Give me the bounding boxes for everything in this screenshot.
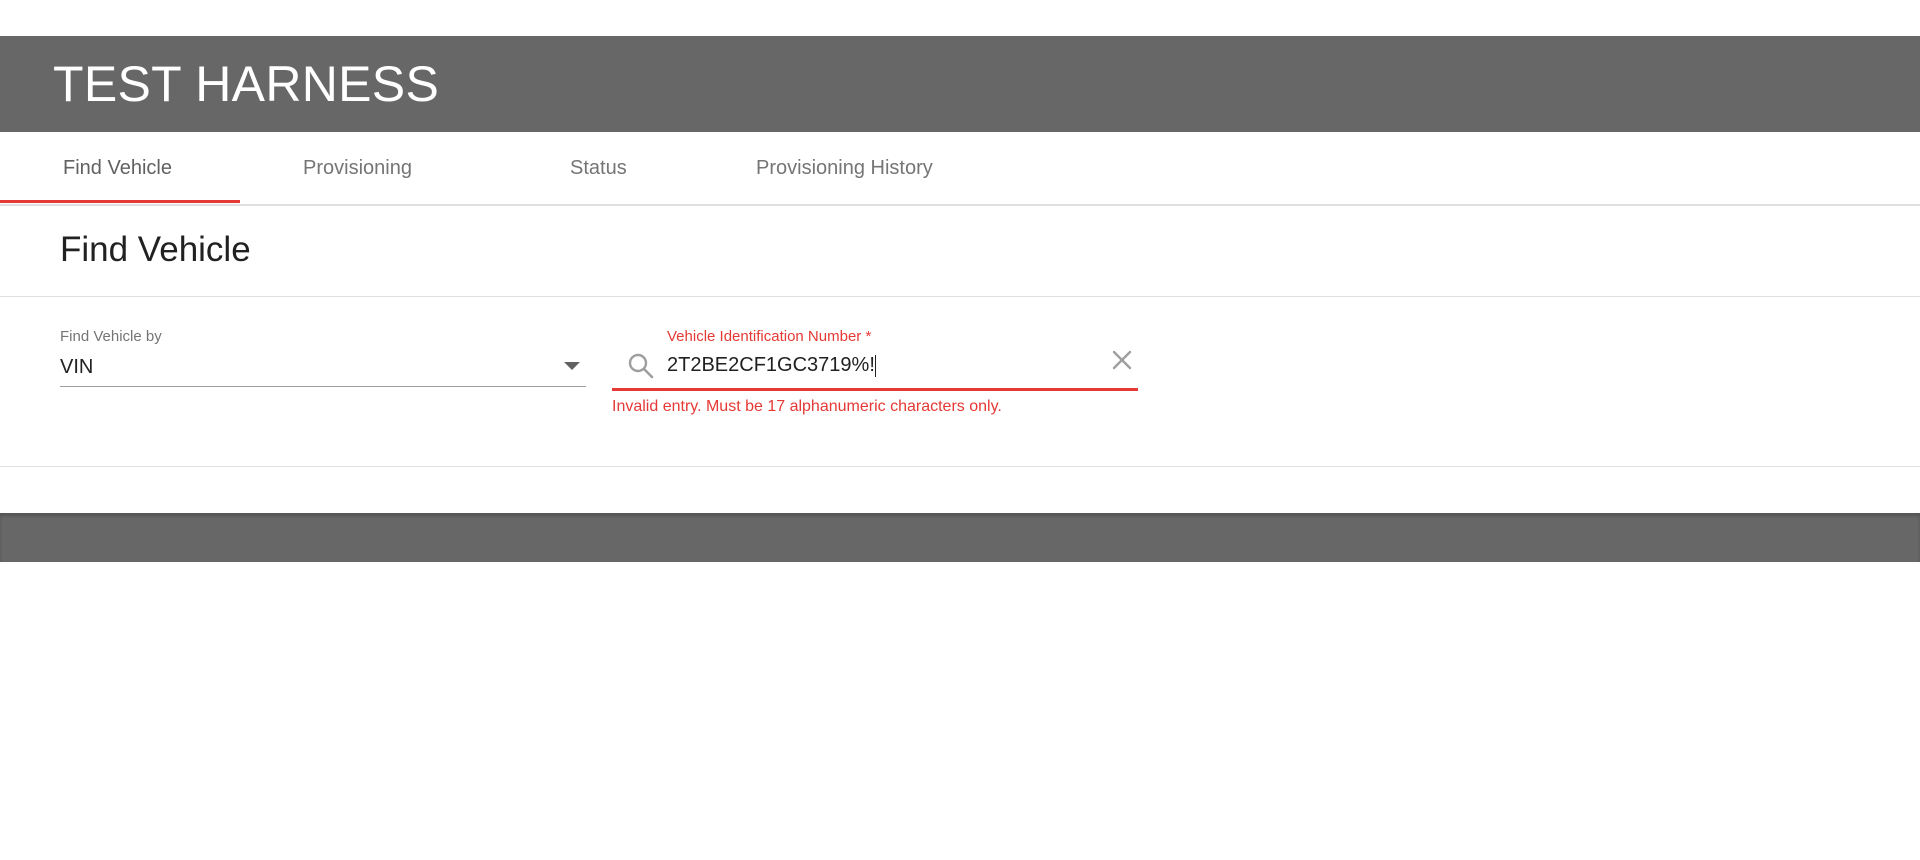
tab-label: Find Vehicle [63, 156, 172, 179]
chevron-down-icon[interactable] [564, 362, 580, 370]
vin-underline [612, 388, 1138, 391]
app-header: TEST HARNESS [0, 36, 1920, 132]
tab-label: Provisioning History [756, 156, 933, 179]
select-underline [60, 386, 586, 387]
footer-bar [0, 513, 1920, 562]
page-title: Find Vehicle [60, 230, 251, 269]
tab-label: Status [570, 156, 627, 179]
vin-input[interactable]: 2T2BE2CF1GC3719%! [667, 354, 1087, 384]
find-by-label: Find Vehicle by [60, 328, 162, 345]
tab-status[interactable]: Status [570, 132, 627, 204]
vin-label: Vehicle Identification Number * [667, 328, 872, 345]
tab-provisioning-history[interactable]: Provisioning History [756, 132, 933, 204]
divider [0, 296, 1920, 297]
find-by-select[interactable]: Find Vehicle by VIN [60, 326, 586, 388]
app-title: TEST HARNESS [53, 56, 440, 112]
vin-error-message: Invalid entry. Must be 17 alphanumeric c… [612, 398, 1002, 415]
text-cursor [874, 354, 876, 377]
find-by-value[interactable]: VIN [60, 356, 93, 379]
page: TEST HARNESS Find Vehicle Provisioning S… [0, 0, 1920, 860]
vin-input-value: 2T2BE2CF1GC3719%! [667, 354, 875, 376]
tab-find-vehicle[interactable]: Find Vehicle [63, 132, 172, 204]
tab-label: Provisioning [303, 156, 412, 179]
active-tab-indicator [0, 200, 240, 203]
tab-bar: Find Vehicle Provisioning Status Provisi… [0, 132, 1920, 206]
vin-field: Vehicle Identification Number * 2T2BE2CF… [612, 326, 1138, 392]
close-icon[interactable] [1106, 344, 1138, 376]
divider [0, 466, 1920, 467]
search-icon [628, 353, 654, 379]
tab-provisioning[interactable]: Provisioning [303, 132, 412, 204]
